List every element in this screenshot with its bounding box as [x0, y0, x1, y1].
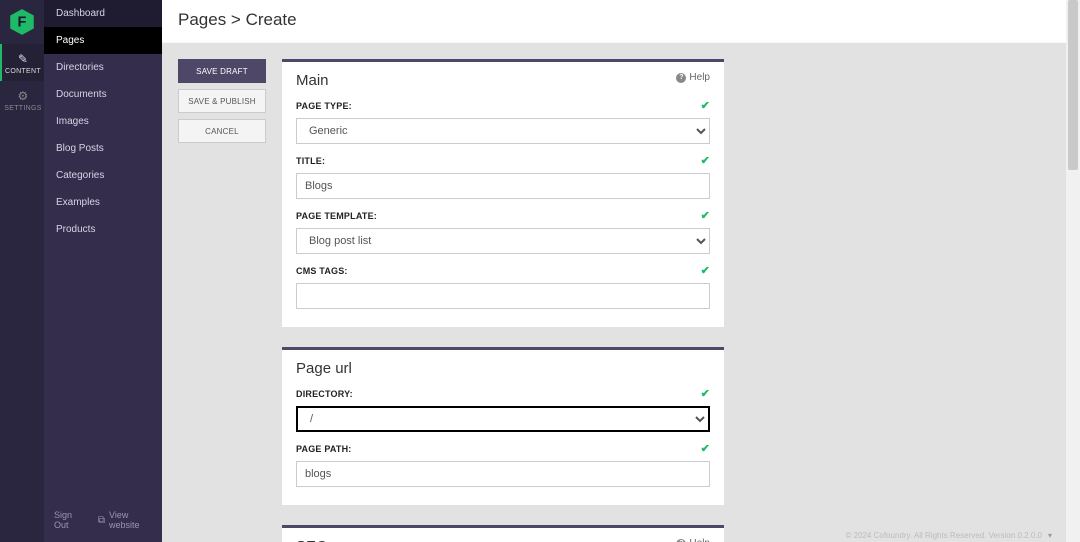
label-page-type: PAGE TYPE:: [296, 101, 352, 111]
nav-item-directories[interactable]: Directories: [44, 54, 162, 81]
panel-main-header: Main ? Help: [296, 72, 710, 89]
nav-item-products[interactable]: Products: [44, 216, 162, 243]
rail-item-content[interactable]: ✎ CONTENT: [0, 44, 44, 81]
check-icon: ✔: [701, 154, 710, 167]
check-icon: ✔: [701, 264, 710, 277]
rail-item-label: CONTENT: [5, 68, 41, 75]
rail-item-label: SETTINGS: [4, 105, 41, 112]
help-link-seo[interactable]: ? Help: [676, 538, 710, 542]
help-link-main[interactable]: ? Help: [676, 72, 710, 83]
logo-hexagon-icon: F: [8, 8, 36, 36]
field-directory: DIRECTORY: ✔ /: [296, 387, 710, 432]
select-directory[interactable]: /: [296, 406, 710, 432]
page-title: Pages > Create: [162, 0, 1066, 43]
nav-item-categories[interactable]: Categories: [44, 162, 162, 189]
nav-footer: Sign Out ⧉ View website: [44, 502, 162, 542]
action-column: SAVE DRAFT SAVE & PUBLISH CANCEL: [178, 59, 266, 143]
nav-item-pages[interactable]: Pages: [44, 27, 162, 54]
field-page-type: PAGE TYPE: ✔ Generic: [296, 99, 710, 144]
window-scrollbar[interactable]: [1066, 0, 1080, 542]
check-icon: ✔: [701, 387, 710, 400]
panel-page-url-header: Page url: [296, 360, 710, 377]
field-page-path: PAGE PATH: ✔: [296, 442, 710, 487]
scrollbar-thumb[interactable]: [1068, 0, 1078, 170]
field-page-template: PAGE TEMPLATE: ✔ Blog post list: [296, 209, 710, 254]
check-icon: ✔: [701, 209, 710, 222]
brand-logo[interactable]: F: [0, 0, 44, 44]
help-icon: ?: [676, 73, 686, 83]
nav-spacer: [44, 243, 162, 502]
help-label: Help: [689, 72, 710, 83]
primary-rail: F ✎ CONTENT ⚙ SETTINGS: [0, 0, 44, 542]
nav-item-dashboard[interactable]: Dashboard: [44, 0, 162, 27]
app-root: F ✎ CONTENT ⚙ SETTINGS Dashboard Pages D…: [0, 0, 1080, 542]
sign-out-link[interactable]: Sign Out: [54, 510, 84, 530]
nav-item-blog-posts[interactable]: Blog Posts: [44, 135, 162, 162]
caret-down-icon[interactable]: ▾: [1048, 531, 1052, 540]
save-publish-button[interactable]: SAVE & PUBLISH: [178, 89, 266, 113]
label-cms-tags: CMS TAGS:: [296, 266, 348, 276]
svg-text:F: F: [18, 14, 27, 30]
pencil-icon: ✎: [2, 52, 44, 66]
help-icon: ?: [676, 539, 686, 542]
label-page-template: PAGE TEMPLATE:: [296, 211, 377, 221]
copyright-text: © 2024 Cofoundry. All Rights Reserved. V…: [845, 531, 1042, 540]
check-icon: ✔: [701, 442, 710, 455]
form-column: Main ? Help PAGE TYPE: ✔: [282, 59, 724, 542]
nav-item-examples[interactable]: Examples: [44, 189, 162, 216]
input-cms-tags[interactable]: [296, 283, 710, 309]
field-cms-tags: CMS TAGS: ✔: [296, 264, 710, 309]
gear-icon: ⚙: [2, 89, 44, 103]
nav-item-images[interactable]: Images: [44, 108, 162, 135]
label-title: TITLE:: [296, 156, 325, 166]
main-area: Pages > Create SAVE DRAFT SAVE & PUBLISH…: [162, 0, 1066, 542]
nav-item-documents[interactable]: Documents: [44, 81, 162, 108]
panel-page-url-title: Page url: [296, 360, 352, 377]
field-title: TITLE: ✔: [296, 154, 710, 199]
select-page-type[interactable]: Generic: [296, 118, 710, 144]
rail-item-settings[interactable]: ⚙ SETTINGS: [0, 81, 44, 118]
panel-main: Main ? Help PAGE TYPE: ✔: [282, 59, 724, 327]
footer-bar: © 2024 Cofoundry. All Rights Reserved. V…: [845, 531, 1052, 540]
save-draft-button[interactable]: SAVE DRAFT: [178, 59, 266, 83]
panel-page-url: Page url DIRECTORY: ✔ /: [282, 347, 724, 505]
label-page-path: PAGE PATH:: [296, 444, 352, 454]
help-label: Help: [689, 538, 710, 542]
cancel-button[interactable]: CANCEL: [178, 119, 266, 143]
input-page-path[interactable]: [296, 461, 710, 487]
external-link-icon: ⧉: [98, 515, 105, 526]
select-page-template[interactable]: Blog post list: [296, 228, 710, 254]
view-website-link[interactable]: ⧉ View website: [98, 510, 152, 530]
check-icon: ✔: [701, 99, 710, 112]
panel-main-title: Main: [296, 72, 329, 89]
secondary-nav: Dashboard Pages Directories Documents Im…: [44, 0, 162, 542]
input-title[interactable]: [296, 173, 710, 199]
panel-seo-title: SEO: [296, 538, 328, 542]
panel-seo-header: SEO ? Help: [296, 538, 710, 542]
panel-seo: SEO ? Help META DESCRIPTION: ✔: [282, 525, 724, 542]
content-scroll[interactable]: SAVE DRAFT SAVE & PUBLISH CANCEL Main ? …: [162, 43, 1066, 542]
view-website-label: View website: [109, 510, 152, 530]
label-directory: DIRECTORY:: [296, 389, 353, 399]
content-row: SAVE DRAFT SAVE & PUBLISH CANCEL Main ? …: [178, 59, 1050, 542]
